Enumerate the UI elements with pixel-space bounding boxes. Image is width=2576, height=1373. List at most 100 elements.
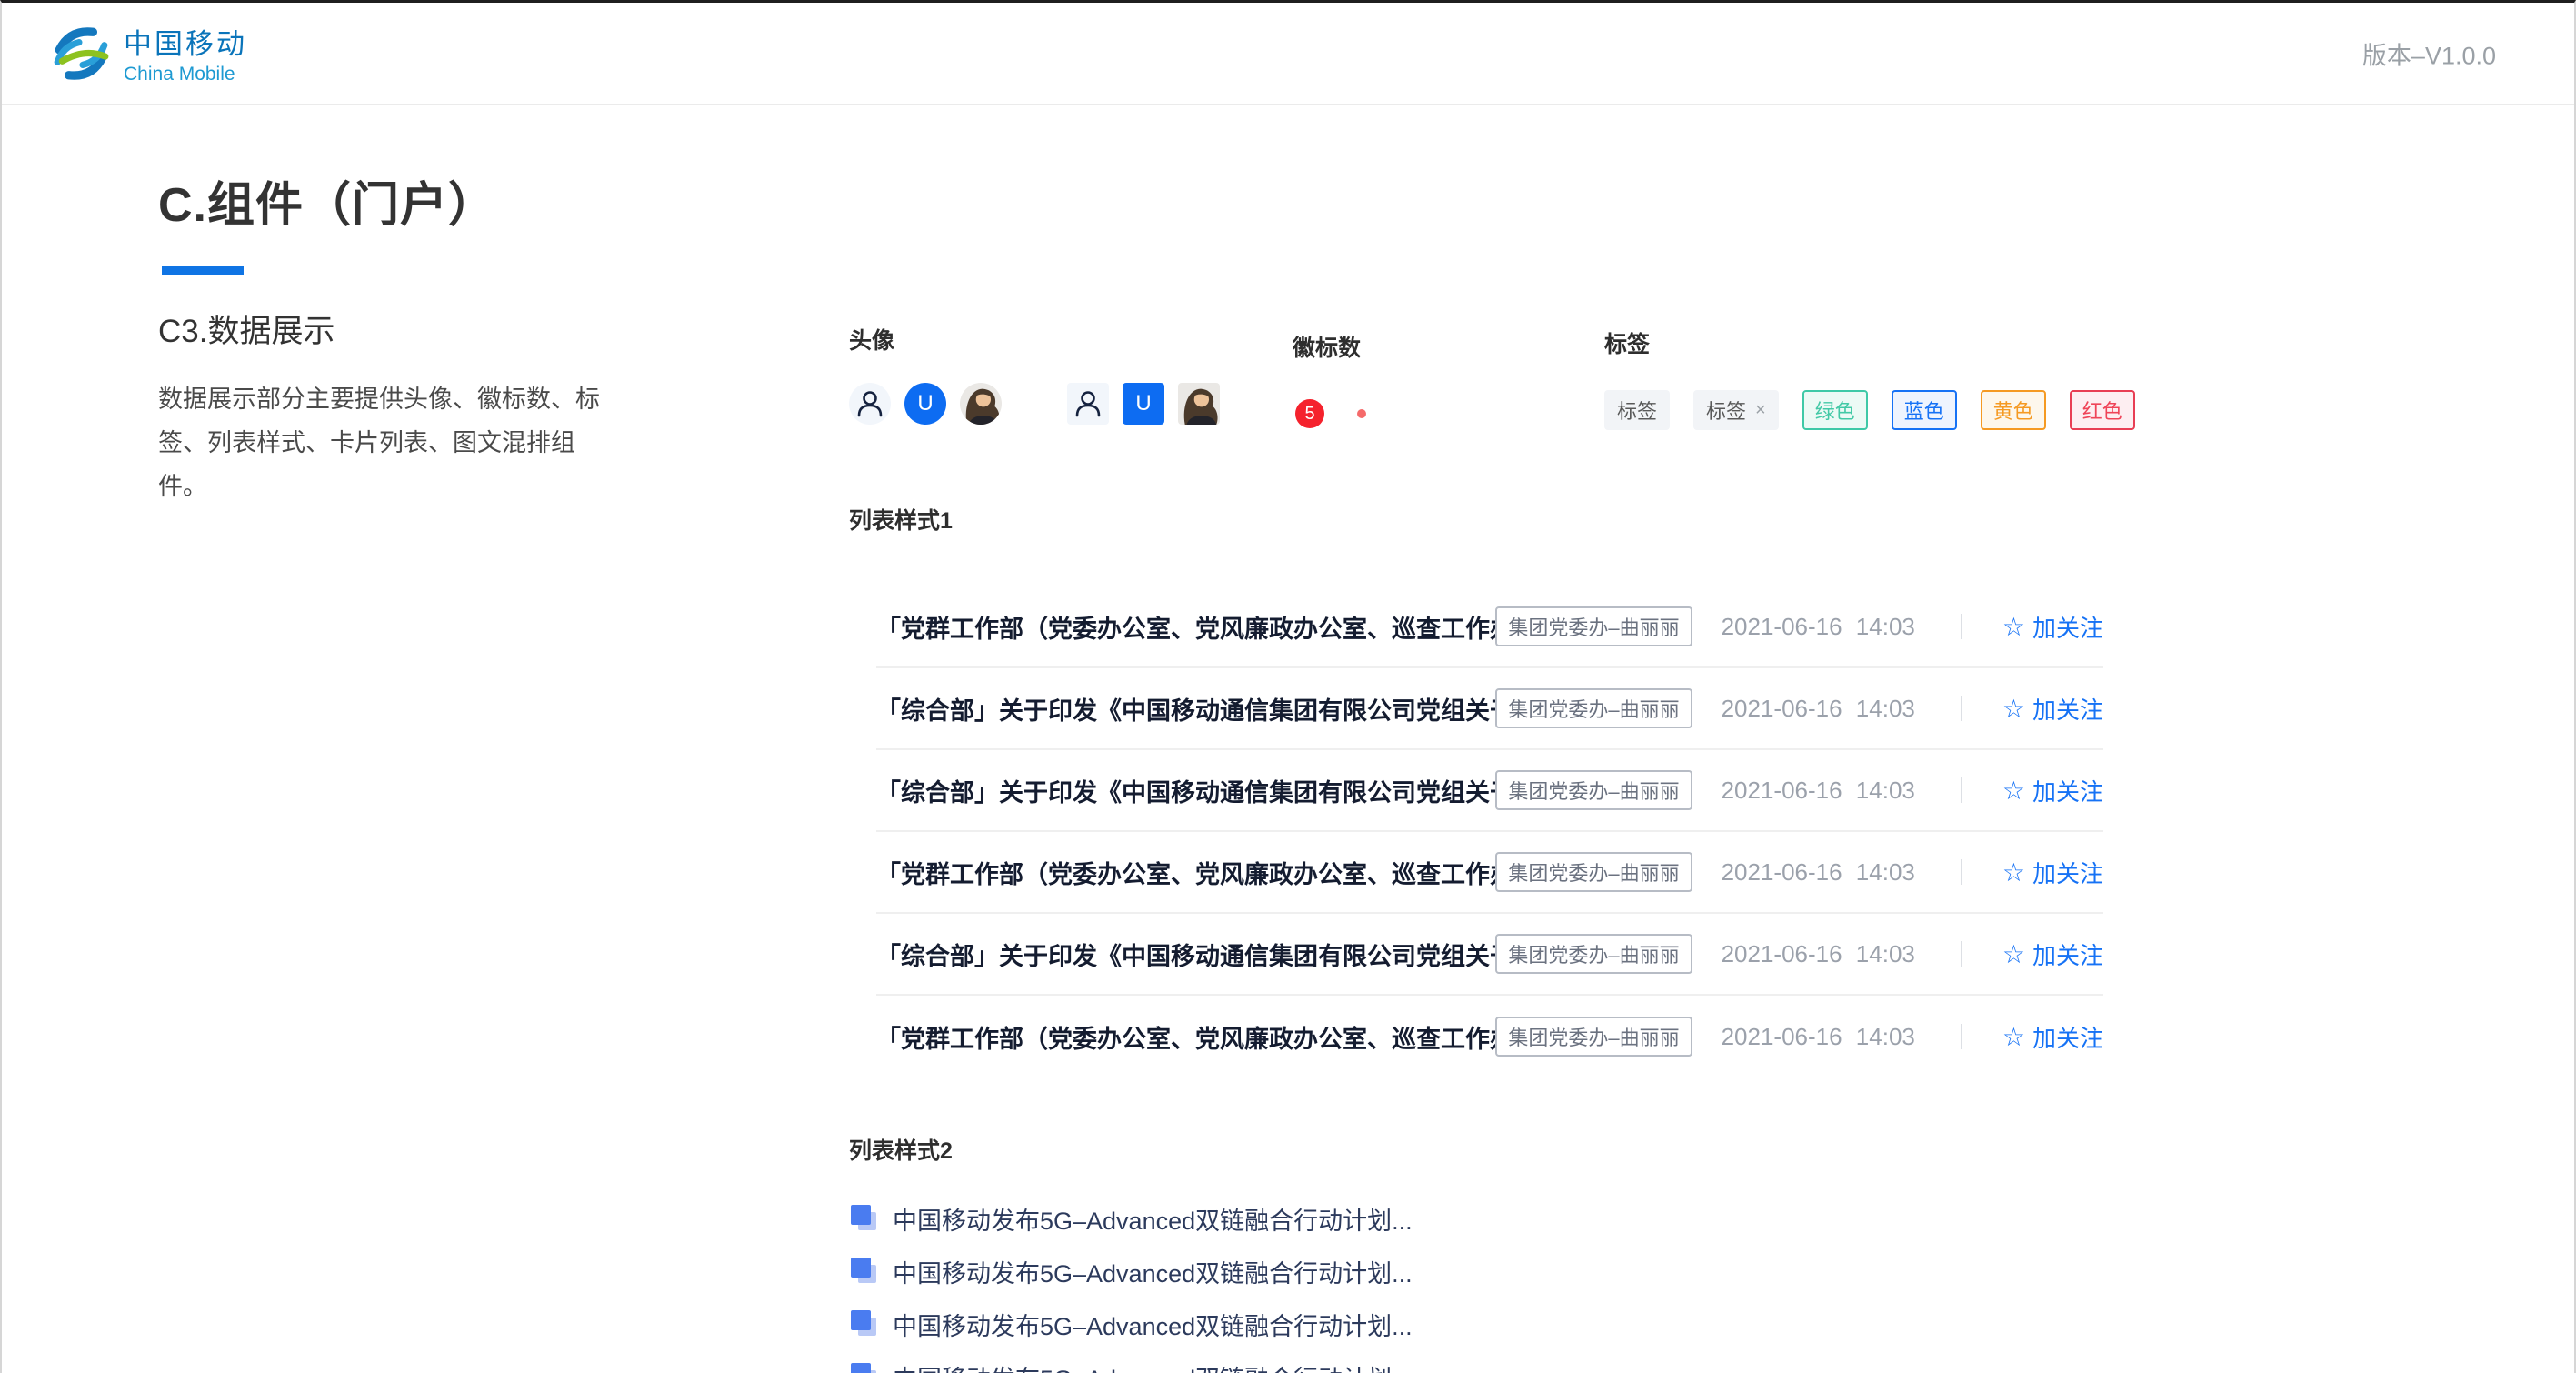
list-item[interactable]: 中国移动发布5G–Advanced双链融合行动计划... [851, 1298, 1413, 1350]
portrait-photo [960, 383, 1002, 425]
list-item[interactable]: 中国移动发布5G–Advanced双链融合行动计划... [851, 1350, 1413, 1373]
avatar-square-placeholder [1067, 383, 1109, 425]
list-item[interactable]: 中国移动发布5G–Advanced双链融合行动计划... [851, 1245, 1413, 1298]
badge-demo-label: 徽标数 [1293, 330, 1361, 363]
follow-label: 加关注 [2032, 692, 2103, 726]
tag-text: 标签 [1617, 396, 1657, 425]
news-title-link[interactable]: 「综合部」关于印发《中国移动通信集团有限公司党组关于开展全院范围内节约用... [876, 691, 1495, 727]
divider [1961, 859, 1962, 885]
tag-close-icon[interactable]: × [1755, 400, 1766, 421]
divider [1961, 777, 1962, 803]
department-tag: 集团党委办–曲丽丽 [1495, 770, 1692, 810]
news-date: 2021-06-16 14:03 [1722, 777, 1915, 805]
component-spec-page: 中国移动 China Mobile 版本–V1.0.0 C.组件（门户） C3.… [0, 0, 2576, 1373]
title-accent-bar [162, 266, 244, 275]
department-tag: 集团党委办–曲丽丽 [1495, 606, 1692, 646]
department-tag: 集团党委办–曲丽丽 [1495, 1017, 1692, 1057]
person-icon [849, 383, 891, 425]
document-squares-icon [851, 1205, 878, 1232]
department-tag: 集团党委办–曲丽丽 [1495, 934, 1692, 974]
news-title-link[interactable]: 「综合部」关于印发《中国移动通信集团有限公司党组关于开展全院范围内节约用... [876, 937, 1495, 972]
tag-text: 红色 [2082, 396, 2122, 425]
tag-text: 蓝色 [1904, 396, 1944, 425]
tag-text: 标签 [1706, 396, 1746, 425]
china-mobile-logo-icon [51, 24, 111, 84]
logo-text-cn: 中国移动 [124, 21, 247, 62]
portrait-photo [1178, 383, 1220, 425]
tag-green: 绿色 [1802, 390, 1868, 430]
star-icon: ☆ [2002, 939, 2025, 969]
header: 中国移动 China Mobile 版本–V1.0.0 [2, 3, 2574, 105]
follow-label: 加关注 [2032, 610, 2103, 644]
follow-button[interactable]: ☆ 加关注 [2002, 856, 2103, 889]
divider [1961, 1024, 1962, 1049]
star-icon: ☆ [2002, 857, 2025, 887]
china-mobile-logo: 中国移动 China Mobile [51, 21, 247, 85]
badge-dot [1357, 409, 1366, 418]
news-date: 2021-06-16 14:03 [1722, 940, 1915, 968]
news-title-link[interactable]: 「综合部」关于印发《中国移动通信集团有限公司党组关于开展全院范围内节约用... [876, 773, 1495, 808]
department-tag: 集团党委办–曲丽丽 [1495, 852, 1692, 892]
tag-text: 黄色 [1993, 396, 2033, 425]
divider [1961, 614, 1962, 639]
section-description: 数据展示部分主要提供头像、徽标数、标签、列表样式、卡片列表、图文混排组件。 [158, 377, 617, 508]
tag-blue: 蓝色 [1892, 390, 1957, 430]
tag-red: 红色 [2070, 390, 2135, 430]
avatar-square-letter: U [1123, 383, 1164, 425]
divider [1961, 941, 1962, 967]
badge-row: 5 [1295, 399, 1366, 428]
news-title-link[interactable]: 「党群工作部（党委办公室、党风廉政办公室、巡查工作办公室）」关于开展年度... [876, 1019, 1495, 1055]
avatar-row: U U [849, 383, 1220, 425]
table-row: 「综合部」关于印发《中国移动通信集团有限公司党组关于开展全院范围内节约用... … [876, 914, 2103, 996]
document-squares-icon [851, 1258, 878, 1285]
list-item[interactable]: 中国移动发布5G–Advanced双链融合行动计划... [851, 1192, 1413, 1245]
link-list: 中国移动发布5G–Advanced双链融合行动计划... 中国移动发布5G–Ad… [851, 1192, 1413, 1373]
tag-text: 绿色 [1815, 396, 1855, 425]
document-squares-icon [851, 1363, 878, 1373]
avatar-circle-photo [960, 383, 1002, 425]
follow-button[interactable]: ☆ 加关注 [2002, 774, 2103, 807]
follow-button[interactable]: ☆ 加关注 [2002, 937, 2103, 971]
follow-button[interactable]: ☆ 加关注 [2002, 692, 2103, 726]
tag-default: 标签 [1604, 390, 1670, 430]
badge-count: 5 [1295, 399, 1324, 428]
list2-label: 列表样式2 [849, 1133, 953, 1166]
news-date: 2021-06-16 14:03 [1722, 613, 1915, 641]
table-row: 「党群工作部（党委办公室、党风廉政办公室、巡查工作办公室）」关于开展年度... … [876, 586, 2103, 668]
document-squares-icon [851, 1310, 878, 1338]
follow-label: 加关注 [2032, 937, 2103, 971]
table-row: 「综合部」关于印发《中国移动通信集团有限公司党组关于开展全院范围内节约用... … [876, 750, 2103, 832]
news-date: 2021-06-16 14:03 [1722, 695, 1915, 723]
list-item-text: 中国移动发布5G–Advanced双链融合行动计划... [893, 1359, 1413, 1373]
table-row: 「党群工作部（党委办公室、党风廉政办公室、巡查工作办公室）」关于开展年度... … [876, 996, 2103, 1077]
follow-label: 加关注 [2032, 856, 2103, 889]
news-date: 2021-06-16 14:03 [1722, 1023, 1915, 1051]
avatar-demo-label: 头像 [849, 323, 894, 356]
star-icon: ☆ [2002, 612, 2025, 642]
follow-button[interactable]: ☆ 加关注 [2002, 610, 2103, 644]
divider [1961, 696, 1962, 721]
table-row: 「党群工作部（党委办公室、党风廉政办公室、巡查工作办公室）」关于开展年度... … [876, 832, 2103, 914]
avatar-circle-placeholder [849, 383, 891, 425]
section-title: C3.数据展示 [158, 306, 334, 352]
logo-text-en: China Mobile [124, 64, 247, 85]
version-label: 版本–V1.0.0 [2362, 35, 2496, 71]
department-tag: 集团党委办–曲丽丽 [1495, 688, 1692, 728]
avatar-circle-letter: U [904, 383, 946, 425]
page-title: C.组件（门户） [158, 166, 496, 235]
news-list: 「党群工作部（党委办公室、党风廉政办公室、巡查工作办公室）」关于开展年度... … [876, 586, 2103, 1077]
tag-row: 标签 标签 × 绿色 蓝色 黄色 红色 [1604, 390, 2135, 430]
person-icon [1067, 383, 1109, 425]
follow-label: 加关注 [2032, 774, 2103, 807]
list-item-text: 中国移动发布5G–Advanced双链融合行动计划... [893, 1201, 1413, 1237]
avatar-square-photo [1178, 383, 1220, 425]
tag-demo-label: 标签 [1604, 326, 1650, 359]
follow-button[interactable]: ☆ 加关注 [2002, 1020, 2103, 1054]
star-icon: ☆ [2002, 1022, 2025, 1052]
star-icon: ☆ [2002, 776, 2025, 806]
table-row: 「综合部」关于印发《中国移动通信集团有限公司党组关于开展全院范围内节约用... … [876, 668, 2103, 750]
follow-label: 加关注 [2032, 1020, 2103, 1054]
star-icon: ☆ [2002, 694, 2025, 724]
news-title-link[interactable]: 「党群工作部（党委办公室、党风廉政办公室、巡查工作办公室）」关于开展年度... [876, 855, 1495, 890]
news-title-link[interactable]: 「党群工作部（党委办公室、党风廉政办公室、巡查工作办公室）」关于开展年度... [876, 609, 1495, 645]
